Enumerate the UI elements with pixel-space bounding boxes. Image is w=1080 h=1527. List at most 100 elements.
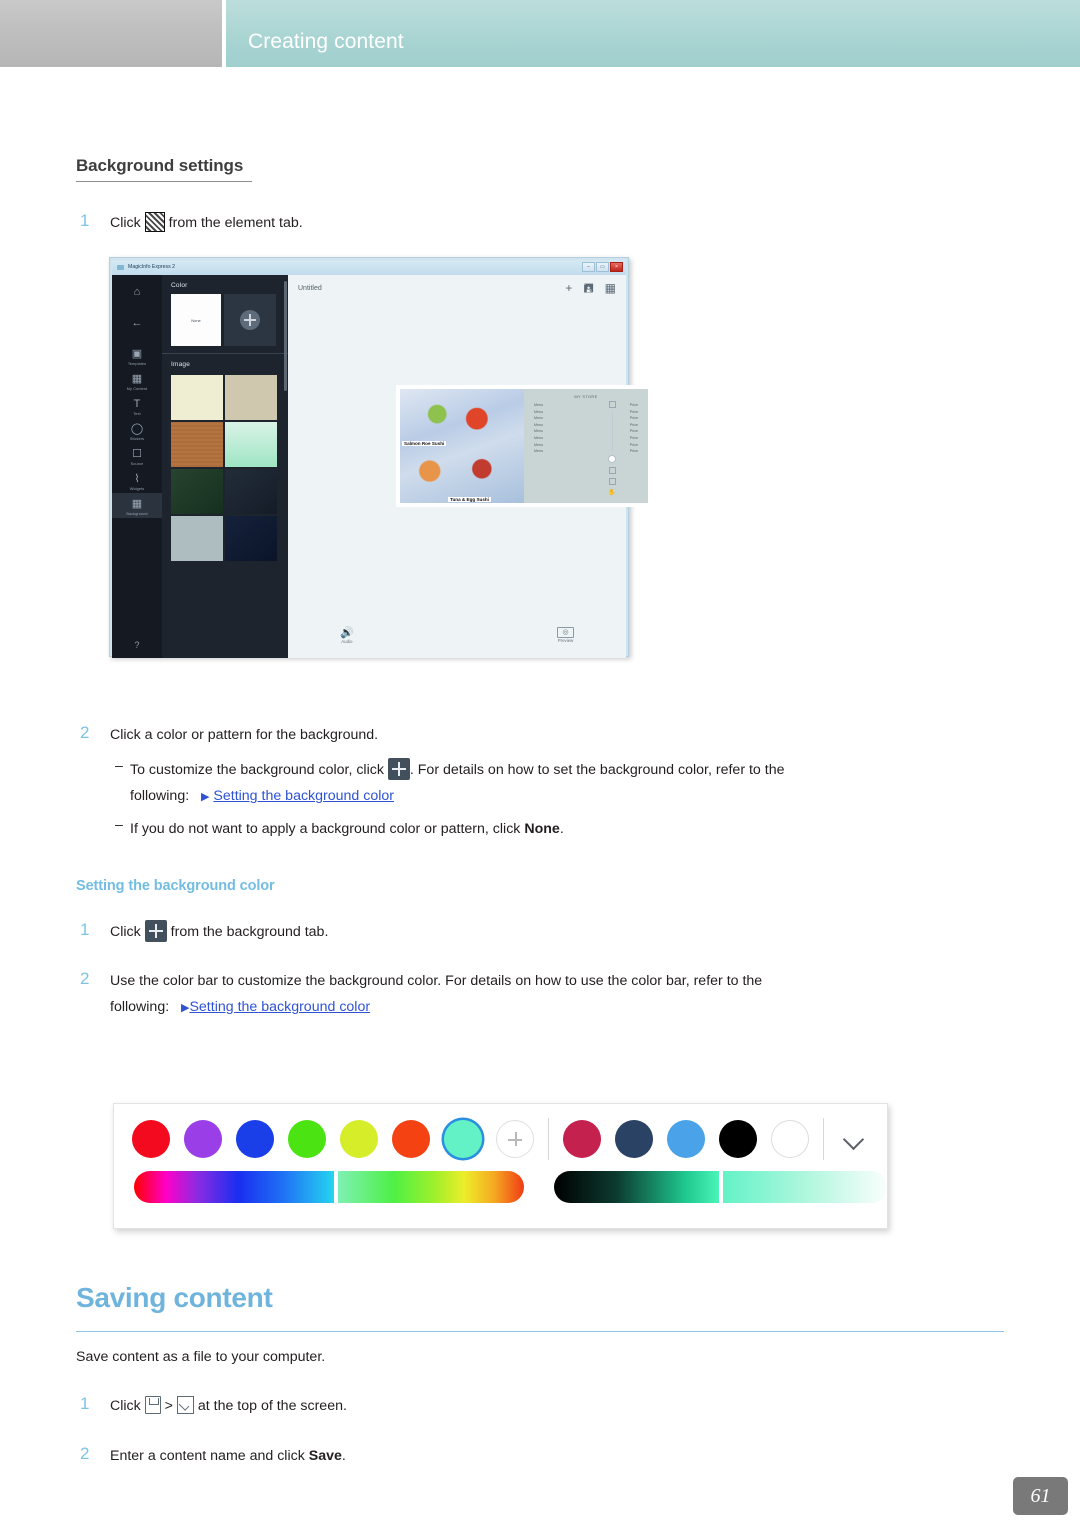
sidebar-label-widgets: Widgets xyxy=(129,487,145,491)
app-canvas: Untitled + 🖪 ▦ Salmon Roe Sushi Tuna & E… xyxy=(288,275,652,658)
image-swatch[interactable] xyxy=(225,422,277,467)
preview-button[interactable]: ◎ Preview xyxy=(557,627,574,644)
help-icon[interactable]: ? xyxy=(112,640,162,650)
color-swatch-yellow-green[interactable] xyxy=(340,1120,378,1158)
sidebar-item-home[interactable]: ⌂ xyxy=(112,281,162,302)
color-swatch-white[interactable] xyxy=(771,1120,809,1158)
plus-icon[interactable]: + xyxy=(565,282,572,294)
window-controls[interactable]: – ▭ × xyxy=(582,262,623,272)
sidebar-item-source[interactable]: ☐ Source xyxy=(112,443,162,468)
saving-step-1-after: at the top of the screen. xyxy=(197,1398,347,1414)
menu-name: Menu xyxy=(534,422,543,427)
menu-price: Price xyxy=(629,416,638,421)
page-content: Background settings 1 Click from the ele… xyxy=(0,67,1080,1527)
saving-step-2-end: . xyxy=(341,1448,346,1464)
color-bars-row xyxy=(114,1160,887,1203)
menu-price: Price xyxy=(629,409,638,414)
heading-rule xyxy=(76,1331,1004,1332)
hue-bar-right[interactable] xyxy=(337,1171,525,1203)
heading-rule xyxy=(76,181,252,182)
actual-size-button[interactable] xyxy=(608,478,616,485)
fit-to-screen-button[interactable] xyxy=(608,467,616,474)
color-swatch-row xyxy=(114,1104,887,1160)
panel-scrollbar[interactable] xyxy=(284,281,287,391)
text-icon: T xyxy=(133,398,141,410)
zoom-toolbar[interactable]: ✋ xyxy=(606,397,618,496)
step-2-text: Click a color or pattern for the backgro… xyxy=(110,727,379,743)
page-header: Creating content xyxy=(0,0,1080,67)
heading-background-settings: Background settings xyxy=(76,156,244,175)
sidebar-item-back[interactable]: ← xyxy=(112,312,162,333)
color-swatch-black[interactable] xyxy=(719,1120,757,1158)
menu-row: Menu Price xyxy=(530,429,642,433)
bullet-dash: – xyxy=(115,758,123,774)
link-setting-background-color[interactable]: Setting the background color xyxy=(213,788,394,804)
zoom-in-button[interactable] xyxy=(608,401,616,408)
layout-grid-icon[interactable]: ▦ xyxy=(605,282,616,294)
color-swatch-red[interactable] xyxy=(132,1120,170,1158)
image-swatch[interactable] xyxy=(225,516,277,561)
home-icon: ⌂ xyxy=(133,286,141,298)
sidebar-item-templates[interactable]: ▣ Templates xyxy=(112,343,162,368)
audio-button[interactable]: 🔊 Audio xyxy=(340,627,354,644)
bullet-1-line-1: To customize the background color, click… xyxy=(130,758,784,783)
pattern-icon xyxy=(144,212,165,232)
templates-icon: ▣ xyxy=(131,348,143,360)
maximize-button[interactable]: ▭ xyxy=(596,262,609,272)
minimize-button[interactable]: – xyxy=(582,262,595,272)
menu-name: Menu xyxy=(534,442,543,447)
audio-label: Audio xyxy=(341,639,353,644)
color-swatch-sky-blue[interactable] xyxy=(667,1120,705,1158)
pan-hand-icon[interactable]: ✋ xyxy=(606,489,618,496)
value-bar-right[interactable] xyxy=(722,1171,887,1203)
color-swatch-row: None xyxy=(162,294,288,346)
app-window-title: MagicInfo Express 2 xyxy=(128,264,175,270)
color-swatch-blue[interactable] xyxy=(236,1120,274,1158)
zoom-slider-track[interactable] xyxy=(611,412,613,452)
document-title[interactable]: Untitled xyxy=(298,285,322,292)
step-number: 2 xyxy=(80,969,90,988)
sidebar-item-background[interactable]: ▦ Background xyxy=(112,493,162,518)
zoom-slider-handle[interactable] xyxy=(608,455,616,463)
app-screenshot: MagicInfo Express 2 – ▭ × ⌂ ← ▣ Template… xyxy=(109,257,652,658)
sidebar-item-text[interactable]: T Text xyxy=(112,393,162,418)
hue-bar-left[interactable] xyxy=(134,1171,334,1203)
sidebar-item-my-content[interactable]: ▦ My Content xyxy=(112,368,162,393)
close-button[interactable]: × xyxy=(610,262,623,272)
image-swatch[interactable] xyxy=(171,422,223,467)
link-setting-background-color[interactable]: Setting the background color xyxy=(189,999,370,1015)
image-swatch[interactable] xyxy=(225,469,277,514)
color-swatch-purple[interactable] xyxy=(184,1120,222,1158)
color-swatch-crimson[interactable] xyxy=(563,1120,601,1158)
page-title: Creating content xyxy=(248,30,404,53)
step-number: 1 xyxy=(80,1394,90,1413)
image-swatch[interactable] xyxy=(171,516,223,561)
save-confirm-icon xyxy=(176,1396,194,1414)
following-label: following: xyxy=(110,999,170,1015)
swatch-add-color[interactable] xyxy=(224,294,276,346)
image-swatch[interactable] xyxy=(171,375,223,420)
color-swatch-orange-red[interactable] xyxy=(392,1120,430,1158)
value-bar-left[interactable] xyxy=(553,1171,719,1203)
image-swatch[interactable] xyxy=(225,375,277,420)
color-swatch-mint-selected[interactable] xyxy=(444,1120,482,1158)
sidebar-item-stickers[interactable]: ◯ Stickers xyxy=(112,418,162,443)
menu-store-title: MY STORE xyxy=(574,394,598,399)
chevron-down-icon[interactable] xyxy=(838,1120,876,1158)
saving-step-1-mid: > xyxy=(164,1398,173,1414)
bullet-1-after: . For details on how to set the backgrou… xyxy=(409,762,785,778)
sidebar-item-widgets[interactable]: ⌇ Widgets xyxy=(112,468,162,493)
add-color-button[interactable] xyxy=(496,1120,534,1158)
triangle-icon: ▶ xyxy=(200,791,210,803)
stage-menu-widget[interactable]: MY STORE Menu Price Menu Price Menu Price M… xyxy=(524,389,648,503)
bullet-2-bold: None xyxy=(524,821,560,837)
swatch-none[interactable]: None xyxy=(171,294,221,346)
color-swatch-navy[interactable] xyxy=(615,1120,653,1158)
save-icon[interactable]: 🖪 xyxy=(583,282,593,294)
color-swatch-green[interactable] xyxy=(288,1120,326,1158)
image-swatch[interactable] xyxy=(171,469,223,514)
menu-price: Price xyxy=(629,422,638,427)
stage-image[interactable]: Salmon Roe Sushi Tuna & Egg Sushi xyxy=(400,389,524,503)
monitor-icon: ◎ xyxy=(557,627,574,638)
add-color-icon xyxy=(144,920,167,942)
